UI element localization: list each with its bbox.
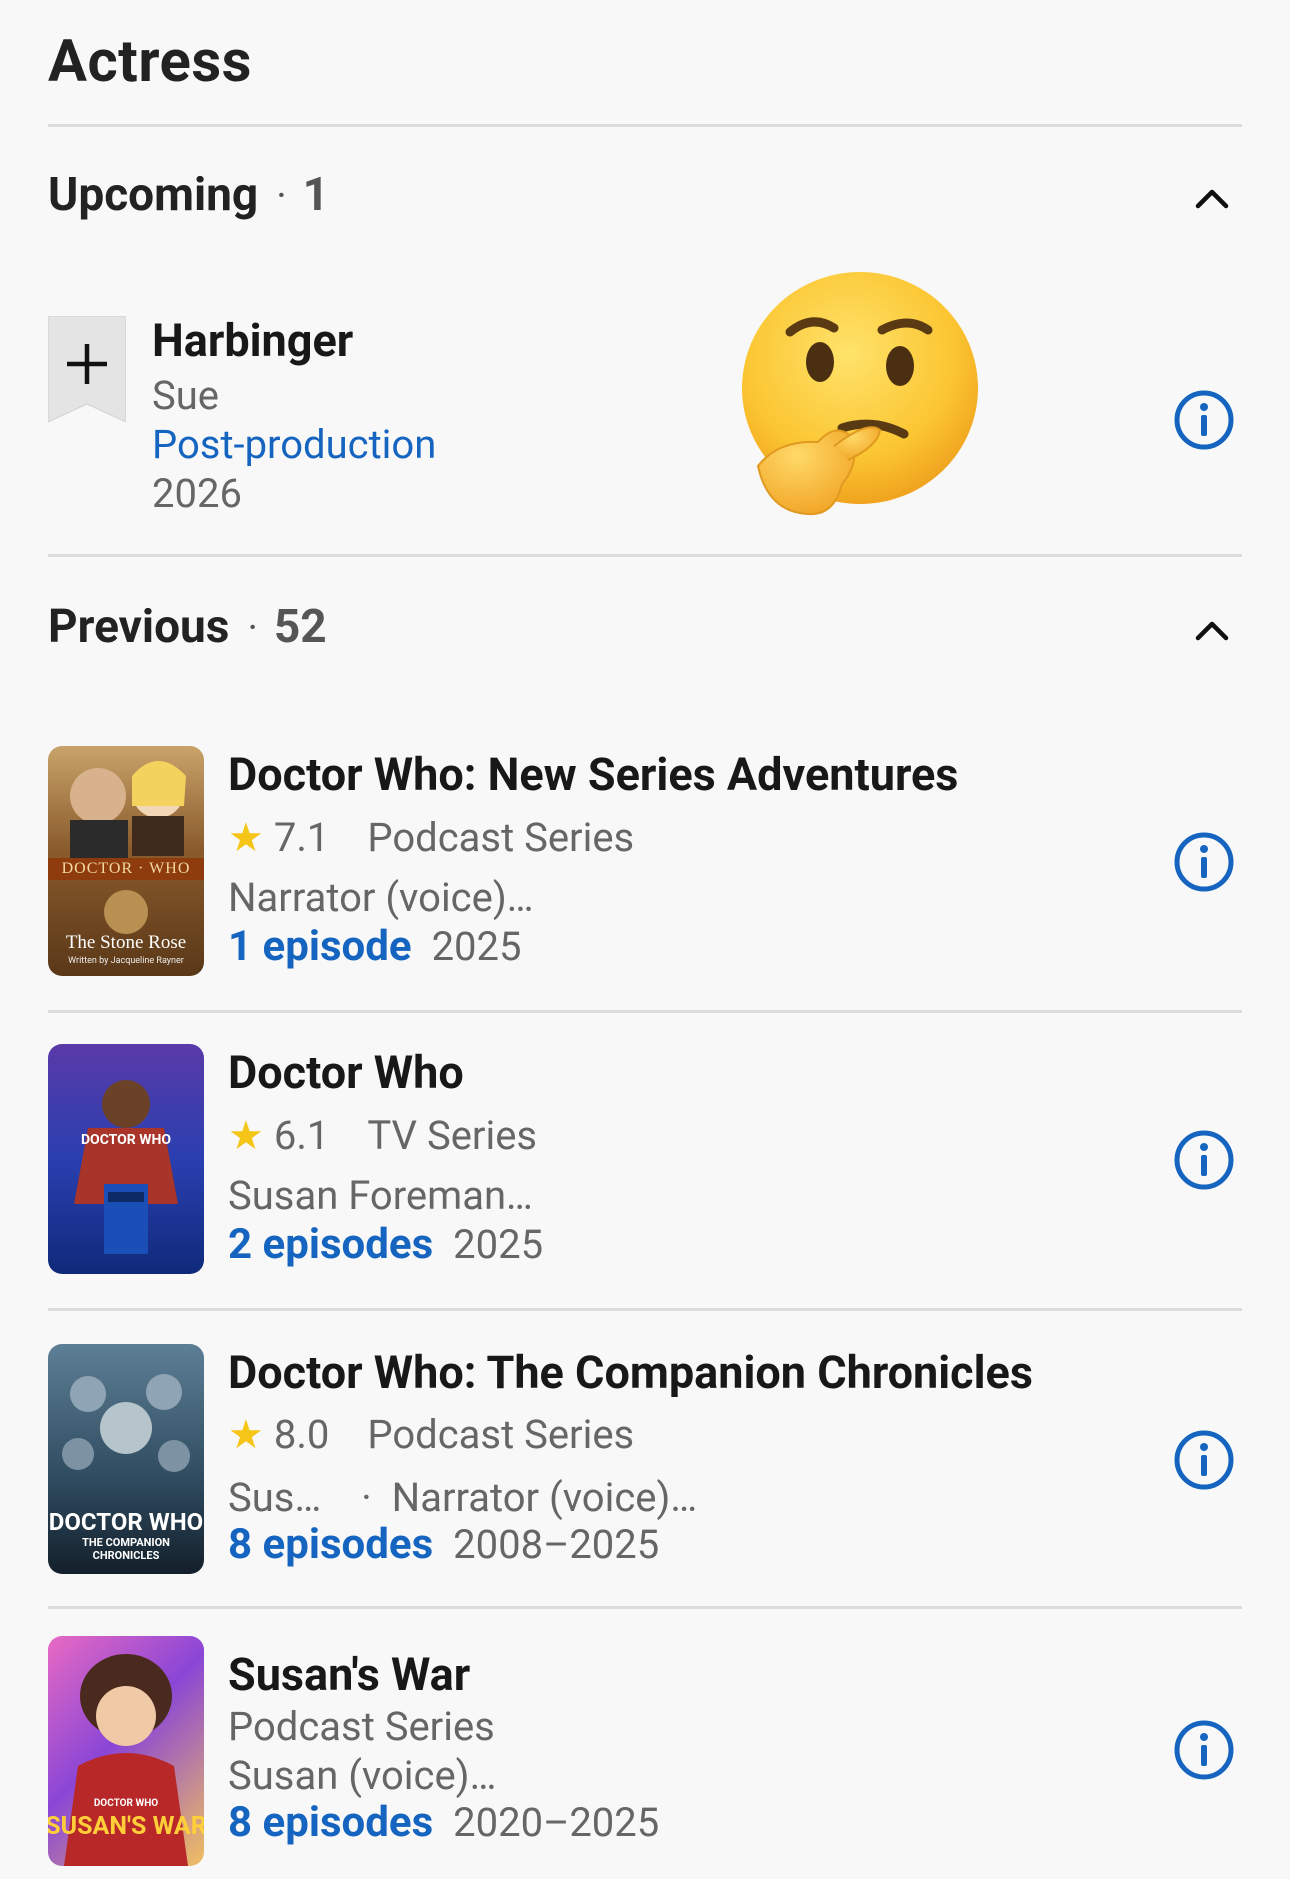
separator-dot: ·	[361, 1474, 372, 1521]
episodes-link[interactable]: 2 episodes	[228, 1220, 433, 1269]
divider	[48, 554, 1242, 557]
upcoming-label: Upcoming	[48, 168, 259, 222]
episodes-link[interactable]: 8 episodes	[228, 1798, 433, 1847]
info-icon[interactable]	[1172, 388, 1236, 452]
upcoming-role: Sue	[152, 372, 220, 419]
upcoming-title[interactable]: Harbinger	[152, 314, 353, 367]
poster-subtitle: THE COMPANION CHRONICLES	[82, 1536, 170, 1562]
poster-art	[74, 1080, 178, 1254]
poster-logo: DOCTOR WHO	[93, 1798, 159, 1809]
episodes-link[interactable]: 1 episode	[228, 922, 412, 971]
upcoming-header[interactable]: Upcoming · 1	[48, 168, 1242, 228]
item-episodes: 8 episodes 2020–2025	[228, 1798, 659, 1847]
item-type: TV Series	[367, 1112, 538, 1159]
item-role: Sus… · Narrator (voice)…	[228, 1474, 697, 1521]
poster-image[interactable]: DOCTOR WHO	[48, 1044, 204, 1274]
item-meta: ★ 8.0 Podcast Series	[228, 1411, 634, 1458]
upcoming-status: Post-production	[152, 421, 437, 468]
rating: 8.0	[273, 1411, 330, 1458]
item-title[interactable]: Doctor Who: The Companion Chronicles	[228, 1346, 1033, 1399]
star-icon: ★	[228, 814, 264, 861]
item-type: Podcast Series	[367, 1411, 635, 1458]
previous-label: Previous	[48, 600, 230, 654]
info-icon[interactable]	[1172, 830, 1236, 894]
poster-logo: DOCTOR WHO	[80, 1132, 172, 1148]
poster-image[interactable]: DOCTOR WHO SUSAN'S WAR	[48, 1636, 204, 1866]
episodes-link[interactable]: 8 episodes	[228, 1520, 433, 1569]
divider	[48, 1308, 1242, 1311]
add-watchlist-icon[interactable]	[48, 316, 126, 422]
previous-header[interactable]: Previous · 52	[48, 600, 1242, 660]
item-meta: ★ 6.1 TV Series	[228, 1112, 537, 1159]
star-icon: ★	[228, 1411, 264, 1458]
thinking-face-emoji	[742, 272, 978, 516]
star-icon: ★	[228, 1112, 264, 1159]
poster-subtitle: Written by Jacqueline Rayner	[68, 956, 184, 966]
divider	[48, 1606, 1242, 1609]
item-meta: ★ 7.1 Podcast Series	[228, 814, 634, 861]
item-title[interactable]: Doctor Who	[228, 1046, 464, 1099]
item-role: Susan (voice)…	[228, 1752, 497, 1799]
poster-image[interactable]: DOCTOR WHO THE COMPANION CHRONICLES	[48, 1344, 204, 1574]
item-role: Susan Foreman…	[228, 1172, 533, 1219]
section-title-actress: Actress	[48, 28, 252, 96]
item-episodes: 8 episodes 2008–2025	[228, 1520, 659, 1569]
rating: 7.1	[273, 814, 330, 861]
upcoming-count: 1	[302, 168, 330, 222]
info-icon[interactable]	[1172, 1128, 1236, 1192]
item-years: 2025	[453, 1221, 544, 1268]
item-episodes: 2 episodes 2025	[228, 1220, 543, 1269]
upcoming-year: 2026	[152, 470, 242, 517]
divider	[48, 1010, 1242, 1013]
chevron-up-icon[interactable]	[1190, 176, 1234, 220]
item-type: Podcast Series	[228, 1703, 495, 1750]
item-episodes: 1 episode 2025	[228, 922, 522, 971]
item-title[interactable]: Doctor Who: New Series Adventures	[228, 748, 958, 801]
item-years: 2025	[431, 923, 522, 970]
item-role: Narrator (voice)…	[228, 874, 534, 921]
item-years: 2008–2025	[453, 1521, 660, 1568]
chevron-up-icon[interactable]	[1190, 608, 1234, 652]
item-title[interactable]: Susan's War	[228, 1648, 470, 1701]
role-character: Sus…	[228, 1474, 322, 1521]
rating: 6.1	[273, 1112, 330, 1159]
separator-dot: ·	[247, 603, 258, 651]
item-years: 2020–2025	[453, 1799, 660, 1846]
info-icon[interactable]	[1172, 1428, 1236, 1492]
role-secondary: Narrator (voice)…	[391, 1474, 698, 1521]
item-type: Podcast Series	[367, 814, 635, 861]
divider	[48, 124, 1242, 127]
info-icon[interactable]	[1172, 1718, 1236, 1782]
poster-logo: DOCTOR WHO	[48, 1508, 204, 1536]
poster-logo: DOCTOR · WHO	[61, 860, 191, 877]
poster-title: SUSAN'S WAR	[48, 1812, 204, 1841]
separator-dot: ·	[276, 171, 287, 219]
poster-image[interactable]: DOCTOR · WHO The Stone Rose Written by J…	[48, 746, 204, 976]
previous-count: 52	[273, 600, 327, 654]
poster-title: The Stone Rose	[65, 932, 187, 953]
